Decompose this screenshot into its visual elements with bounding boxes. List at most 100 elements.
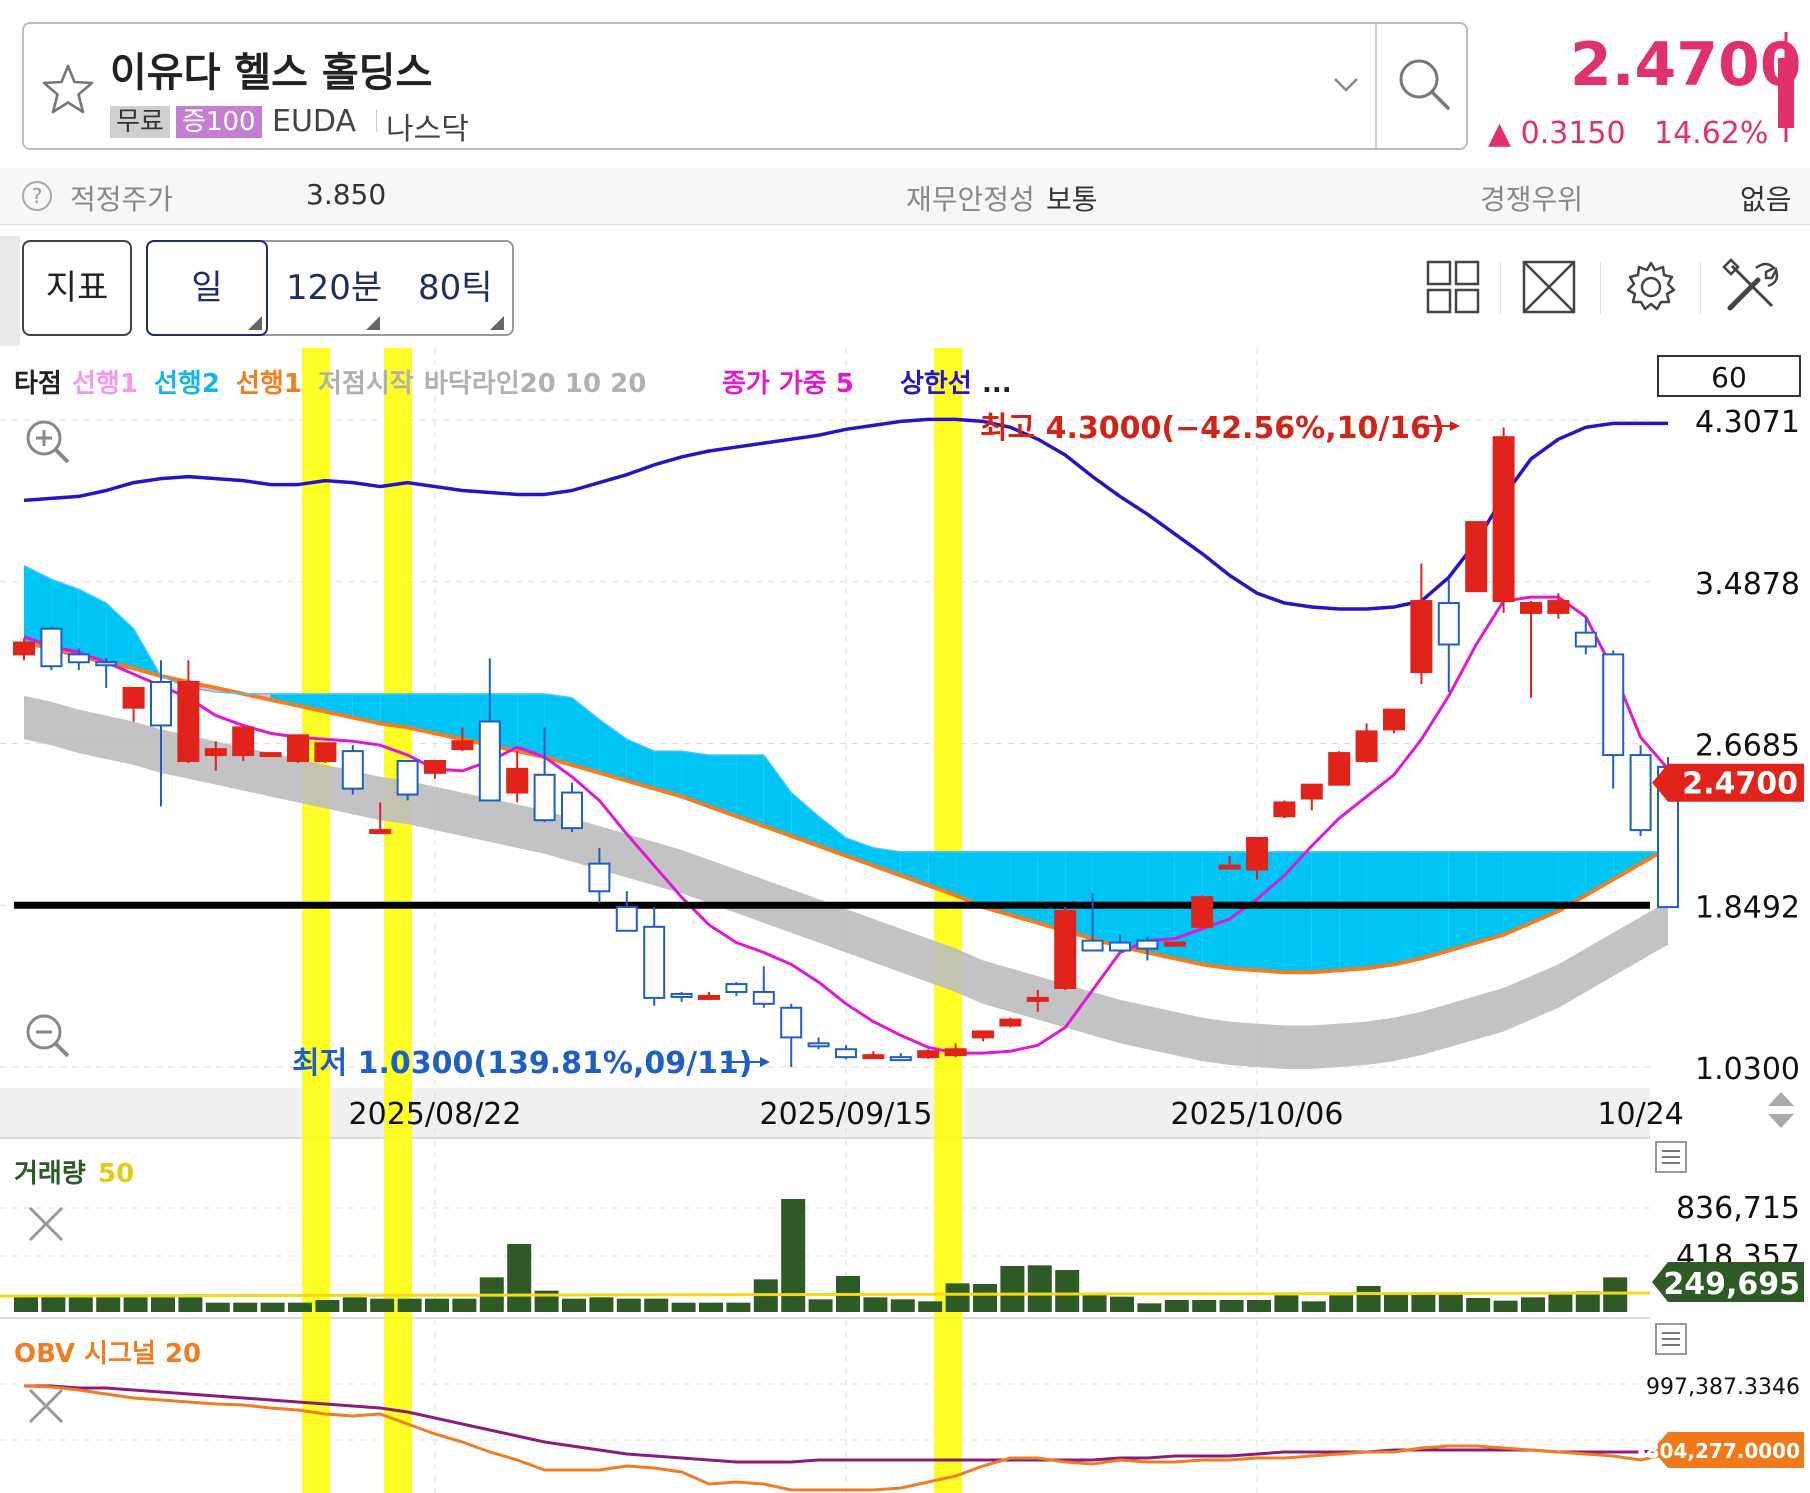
- candle-down[interactable]: [1081, 939, 1104, 952]
- tools-icon[interactable]: [1722, 258, 1780, 316]
- candle-up[interactable]: [259, 752, 282, 758]
- candle-down[interactable]: [1109, 941, 1131, 952]
- volume-bar[interactable]: [452, 1298, 477, 1312]
- volume-bar[interactable]: [370, 1298, 395, 1312]
- candle-down[interactable]: [150, 681, 172, 727]
- volume-bar[interactable]: [233, 1302, 258, 1312]
- candle-up[interactable]: [972, 1030, 994, 1039]
- volume-bar[interactable]: [945, 1283, 970, 1312]
- volume-bar[interactable]: [1603, 1277, 1628, 1312]
- candle-down[interactable]: [533, 773, 556, 822]
- candle-down[interactable]: [615, 906, 638, 932]
- candle-up[interactable]: [1218, 864, 1241, 870]
- candle-up[interactable]: [451, 740, 474, 751]
- volume-bar[interactable]: [1164, 1300, 1189, 1312]
- candle-up[interactable]: [314, 742, 337, 762]
- volume-bar[interactable]: [890, 1299, 915, 1312]
- candle-down[interactable]: [341, 750, 364, 790]
- star-icon[interactable]: [40, 62, 96, 118]
- volume-bar[interactable]: [315, 1300, 340, 1312]
- candle-up[interactable]: [1054, 910, 1077, 990]
- candle-down[interactable]: [561, 791, 583, 830]
- candle-up[interactable]: [1410, 600, 1433, 674]
- candle-down[interactable]: [478, 720, 501, 802]
- candle-down[interactable]: [807, 1042, 830, 1048]
- candle-down[interactable]: [95, 661, 118, 667]
- help-icon[interactable]: ?: [22, 181, 52, 211]
- indicator-legend-item[interactable]: 종가 가중 5: [722, 369, 854, 399]
- volume-bar[interactable]: [151, 1297, 175, 1312]
- candle-up[interactable]: [1492, 436, 1515, 603]
- volume-bar[interactable]: [671, 1302, 696, 1312]
- volume-bar[interactable]: [1055, 1270, 1080, 1312]
- candle-down[interactable]: [670, 992, 693, 998]
- candle-up[interactable]: [369, 829, 392, 835]
- volume-bar[interactable]: [1301, 1301, 1326, 1312]
- volume-bar[interactable]: [1219, 1300, 1244, 1312]
- candle-up[interactable]: [1328, 752, 1351, 786]
- volume-bar[interactable]: [205, 1302, 230, 1312]
- candle-down[interactable]: [725, 983, 748, 993]
- candle-up[interactable]: [1273, 801, 1296, 818]
- candle-down[interactable]: [752, 990, 775, 1005]
- volume-bar[interactable]: [1192, 1300, 1217, 1312]
- candle-down[interactable]: [1629, 754, 1652, 832]
- volume-bar[interactable]: [1384, 1294, 1408, 1312]
- candle-up[interactable]: [1383, 708, 1405, 731]
- volume-bar[interactable]: [616, 1298, 641, 1312]
- volume-bar[interactable]: [1137, 1303, 1162, 1312]
- candle-up[interactable]: [287, 734, 309, 762]
- candle-up[interactable]: [862, 1054, 885, 1060]
- layout-grid-icon[interactable]: [1424, 258, 1482, 316]
- candle-down[interactable]: [889, 1056, 912, 1062]
- volume-bar[interactable]: [1027, 1265, 1052, 1312]
- volume-bar[interactable]: [973, 1284, 997, 1312]
- volume-bar[interactable]: [1356, 1286, 1381, 1312]
- indicator-legend-item[interactable]: 바닥라인20 10 20: [424, 369, 646, 399]
- volume-bar[interactable]: [1274, 1295, 1299, 1312]
- candle-up[interactable]: [1355, 730, 1378, 762]
- side-panel-handle[interactable]: [0, 236, 20, 346]
- volume-bar[interactable]: [726, 1302, 751, 1312]
- candle-down[interactable]: [780, 1006, 803, 1039]
- volume-bar[interactable]: [1411, 1292, 1436, 1312]
- indicator-legend-item[interactable]: ...: [982, 369, 1012, 399]
- candle-down[interactable]: [1136, 939, 1159, 950]
- candle-down[interactable]: [1574, 631, 1597, 648]
- volume-bar[interactable]: [1329, 1295, 1354, 1312]
- candle-up[interactable]: [1246, 836, 1268, 871]
- volume-bar[interactable]: [699, 1302, 723, 1312]
- volume-bar[interactable]: [288, 1302, 312, 1312]
- candle-up[interactable]: [698, 994, 720, 1000]
- volume-bar[interactable]: [644, 1298, 669, 1312]
- candle-down[interactable]: [396, 759, 419, 796]
- volume-bar[interactable]: [1466, 1298, 1491, 1312]
- candle-up[interactable]: [232, 726, 255, 757]
- candle-down[interactable]: [835, 1048, 857, 1059]
- volume-bar[interactable]: [808, 1299, 833, 1312]
- candle-up[interactable]: [424, 759, 446, 774]
- candle-up[interactable]: [506, 767, 529, 794]
- volume-bar[interactable]: [589, 1297, 614, 1312]
- gear-icon[interactable]: [1622, 258, 1680, 316]
- chevron-down-icon[interactable]: [1332, 76, 1360, 94]
- candle-up[interactable]: [204, 748, 227, 757]
- candle-down[interactable]: [588, 862, 611, 893]
- indicator-legend-item[interactable]: 선행2: [154, 369, 220, 399]
- volume-bar[interactable]: [41, 1296, 66, 1312]
- indicator-legend-item[interactable]: 타점: [14, 369, 62, 399]
- candle-up[interactable]: [1547, 600, 1570, 614]
- volume-bar[interactable]: [96, 1297, 121, 1312]
- volume-bar[interactable]: [342, 1297, 367, 1312]
- candle-up[interactable]: [1026, 996, 1049, 1002]
- volume-bar[interactable]: [1000, 1266, 1025, 1312]
- volume-bar[interactable]: [918, 1301, 943, 1312]
- volume-bar[interactable]: [1110, 1296, 1134, 1312]
- volume-bar[interactable]: [1493, 1300, 1518, 1312]
- candle-up[interactable]: [999, 1018, 1022, 1027]
- volume-bar[interactable]: [1082, 1293, 1107, 1312]
- candle-up[interactable]: [917, 1050, 940, 1059]
- candle-down[interactable]: [1437, 602, 1460, 646]
- candle-down[interactable]: [67, 653, 90, 664]
- volume-bar[interactable]: [507, 1244, 532, 1312]
